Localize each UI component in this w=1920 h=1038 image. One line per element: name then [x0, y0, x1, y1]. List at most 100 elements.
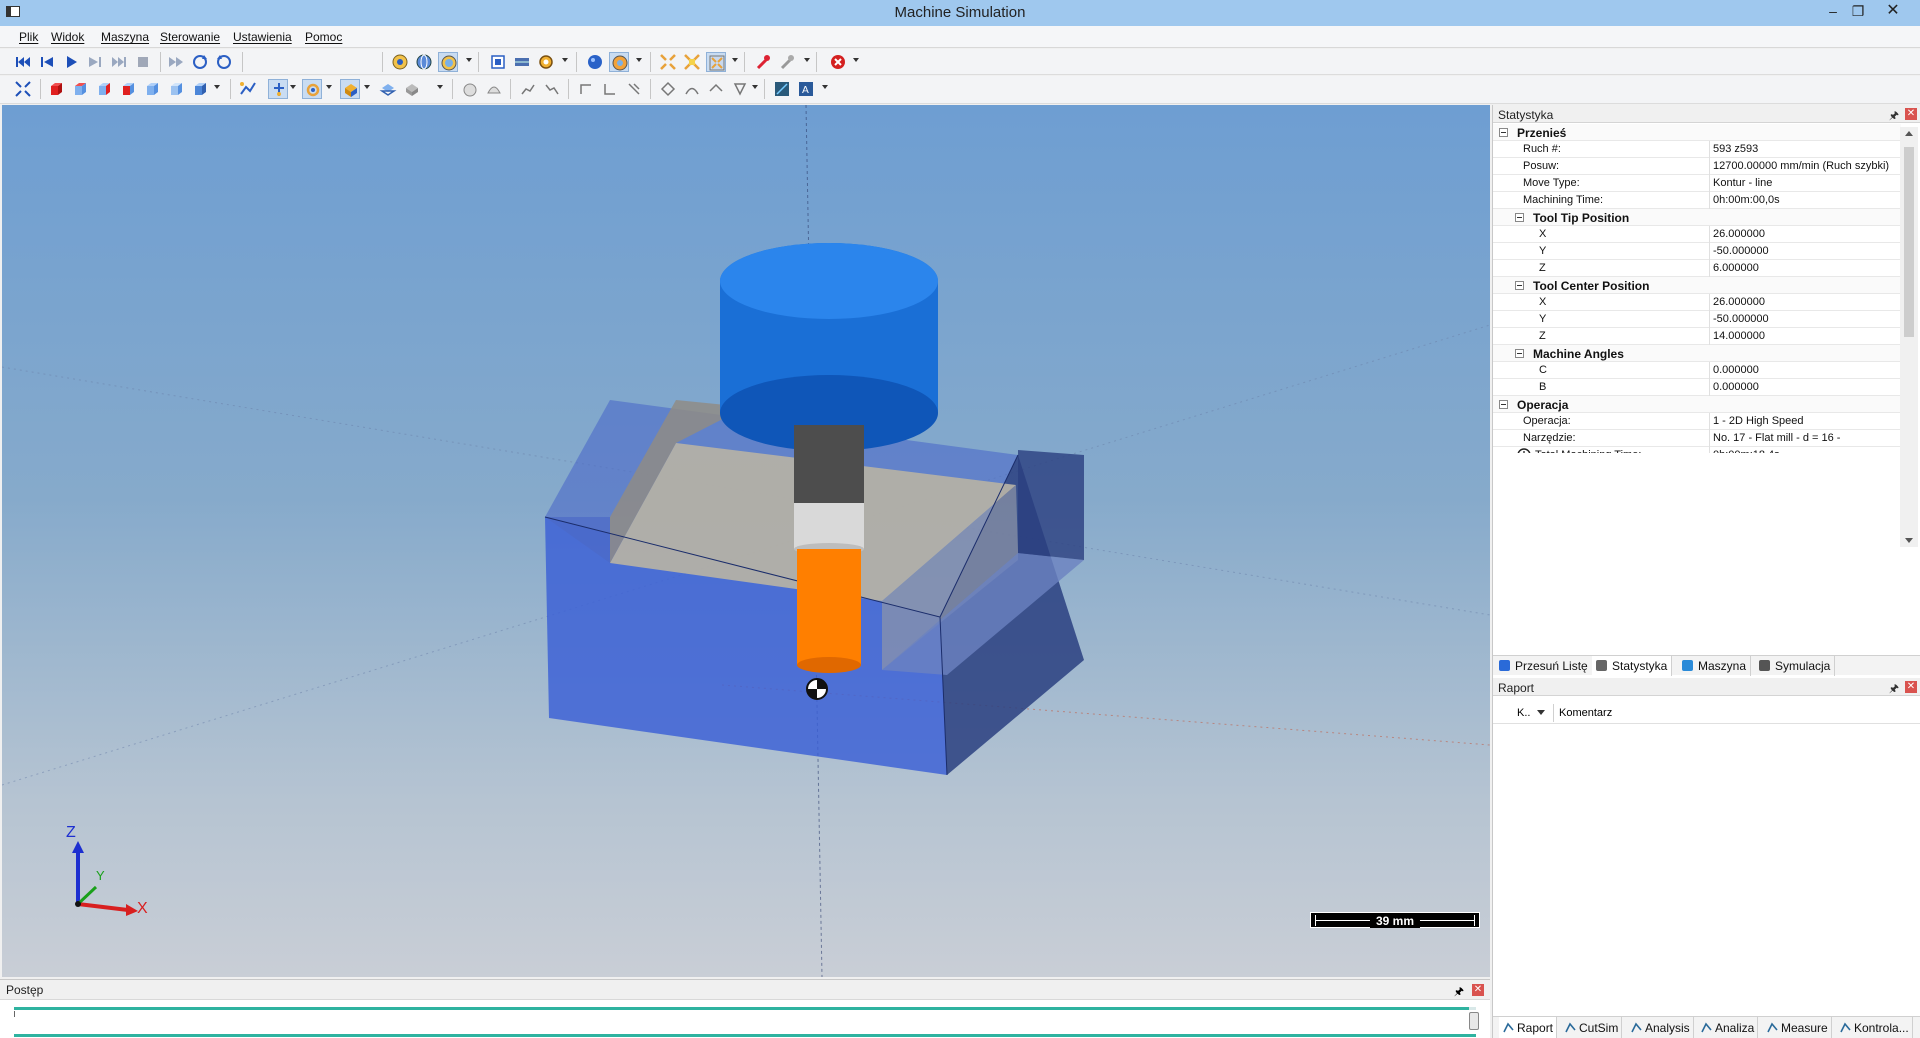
property-row[interactable]: Z 14.000000	[1493, 328, 1901, 345]
path-d-icon[interactable]	[600, 79, 620, 99]
cube-top-icon[interactable]	[142, 79, 162, 99]
collapse-toggle-icon[interactable]	[1515, 349, 1524, 358]
property-row[interactable]: Move Type: Kontur - line	[1493, 175, 1901, 192]
progress-track[interactable]	[14, 1007, 1476, 1010]
go-end-icon[interactable]	[109, 52, 129, 72]
repeat-icon[interactable]	[190, 52, 210, 72]
path-e-icon[interactable]	[624, 79, 644, 99]
collapse-toggle-icon[interactable]	[1499, 400, 1508, 409]
scrollbar-thumb[interactable]	[1904, 147, 1914, 337]
cube-view-dropdown[interactable]	[190, 79, 210, 99]
path-h-icon[interactable]	[706, 79, 726, 99]
pick-icon[interactable]	[754, 52, 774, 72]
statistics-tab[interactable]: Statystyka	[1592, 656, 1673, 676]
axes-label-icon[interactable]: A	[796, 79, 816, 99]
machine-axis-icon[interactable]	[268, 79, 288, 99]
collapse-toggle-icon[interactable]	[1515, 281, 1524, 290]
menu-sterowanie[interactable]: Sterowanie	[160, 30, 220, 44]
close-red-icon[interactable]	[828, 52, 848, 72]
menu-widok[interactable]: Widok	[51, 30, 84, 44]
go-start-icon[interactable]	[13, 52, 33, 72]
path-a-icon[interactable]	[518, 79, 538, 99]
sort-dropdown-icon[interactable]	[1537, 710, 1545, 715]
property-group[interactable]: Tool Tip Position	[1493, 209, 1901, 226]
path-g-icon[interactable]	[682, 79, 702, 99]
fast-forward-icon[interactable]	[166, 52, 186, 72]
collapse-toggle-icon[interactable]	[1515, 213, 1524, 222]
property-row[interactable]: Y -50.000000	[1493, 311, 1901, 328]
property-row[interactable]: X 26.000000	[1493, 226, 1901, 243]
collapse-toggle-icon[interactable]	[1499, 128, 1508, 137]
path-f-icon[interactable]	[658, 79, 678, 99]
view-mode-icon[interactable]	[438, 52, 458, 72]
close-panel-icon[interactable]: ✕	[1905, 108, 1917, 120]
property-row[interactable]: Narzędzie: No. 17 - Flat mill - d = 16 -	[1493, 430, 1901, 447]
property-group[interactable]: Operacja	[1493, 396, 1901, 413]
stop-icon[interactable]	[133, 52, 153, 72]
property-row[interactable]: Y -50.000000	[1493, 243, 1901, 260]
property-row[interactable]: Machining Time: 0h:00m:00,0s	[1493, 192, 1901, 209]
property-row[interactable]: B 0.000000	[1493, 379, 1901, 396]
property-row[interactable]: Total Machining Time: 0h:00m:18,4s	[1493, 447, 1901, 453]
simulation-viewport[interactable]: Z Y X 39 mm	[2, 105, 1490, 977]
property-group[interactable]: Przenieś	[1493, 124, 1901, 141]
property-row[interactable]: Operacja: 1 - 2D High Speed	[1493, 413, 1901, 430]
close-panel-icon[interactable]: ✕	[1905, 681, 1917, 693]
tool-path-icon[interactable]	[238, 79, 258, 99]
settings-icon[interactable]	[536, 52, 556, 72]
property-row[interactable]: Ruch #: 593 z593	[1493, 141, 1901, 158]
statistics-scrollbar[interactable]	[1900, 127, 1918, 547]
view-globe-icon[interactable]	[414, 52, 434, 72]
report-col-comment[interactable]: Komentarz	[1559, 707, 1612, 719]
fit-all-icon[interactable]	[13, 79, 33, 99]
layers-icon[interactable]	[378, 79, 398, 99]
step-forward-icon[interactable]	[85, 52, 105, 72]
axes-display-icon[interactable]	[772, 79, 792, 99]
machine-tab[interactable]: Maszyna	[1678, 656, 1752, 676]
material-icon[interactable]	[340, 79, 360, 99]
play-icon[interactable]	[61, 52, 81, 72]
analiza-tab[interactable]: Analiza	[1697, 1017, 1759, 1038]
menu-ustawienia[interactable]: Ustawienia	[233, 30, 292, 44]
refresh-icon[interactable]	[214, 52, 234, 72]
property-group[interactable]: Tool Center Position	[1493, 277, 1901, 294]
step-back-icon[interactable]	[37, 52, 57, 72]
cube-front-icon[interactable]	[46, 79, 66, 99]
property-row[interactable]: Z 6.000000	[1493, 260, 1901, 277]
rotate-icon[interactable]	[302, 79, 322, 99]
report-col-k[interactable]: K..	[1517, 707, 1530, 719]
move-list-tab[interactable]: Przesuń Listę	[1495, 656, 1593, 676]
path-i-icon[interactable]	[730, 79, 750, 99]
cube-back-icon[interactable]	[70, 79, 90, 99]
menu-pomoc[interactable]: Pomoc	[305, 30, 342, 44]
cutsim-tab[interactable]: CutSim	[1561, 1017, 1623, 1038]
menu-maszyna[interactable]: Maszyna	[101, 30, 149, 44]
measure-tool-icon[interactable]	[778, 52, 798, 72]
simulation-tab[interactable]: Symulacja	[1755, 656, 1836, 676]
collision-icon[interactable]	[658, 52, 678, 72]
cube-left-icon[interactable]	[94, 79, 114, 99]
shading-icon[interactable]	[609, 52, 629, 72]
pin-icon[interactable]: 🖈	[1889, 680, 1899, 699]
measure-tab[interactable]: Measure	[1763, 1017, 1832, 1038]
minimize-icon[interactable]: –	[1820, 2, 1846, 20]
collision-options-icon[interactable]	[706, 52, 726, 72]
collision-check-icon[interactable]	[682, 52, 702, 72]
property-row[interactable]: C 0.000000	[1493, 362, 1901, 379]
cube-iso-icon[interactable]	[166, 79, 186, 99]
close-window-icon[interactable]: ✕	[1880, 2, 1906, 20]
kontrola-tab[interactable]: Kontrola...	[1836, 1017, 1913, 1038]
close-panel-icon[interactable]: ✕	[1472, 984, 1484, 996]
grid-icon[interactable]	[512, 52, 532, 72]
progress-slider-thumb[interactable]	[1469, 1012, 1479, 1030]
menu-plik[interactable]: Plik	[19, 30, 38, 44]
restore-icon[interactable]: ❐	[1845, 2, 1871, 20]
pin-icon[interactable]: 🖈	[1454, 983, 1464, 1002]
cube-right-icon[interactable]	[118, 79, 138, 99]
view-sphere-icon[interactable]	[390, 52, 410, 72]
path-b-icon[interactable]	[542, 79, 562, 99]
property-row[interactable]: Posuw: 12700.00000 mm/min (Ruch szybki)	[1493, 158, 1901, 175]
path-c-icon[interactable]	[576, 79, 596, 99]
stock-icon[interactable]	[402, 79, 422, 99]
analysis-tab[interactable]: Analysis	[1627, 1017, 1694, 1038]
